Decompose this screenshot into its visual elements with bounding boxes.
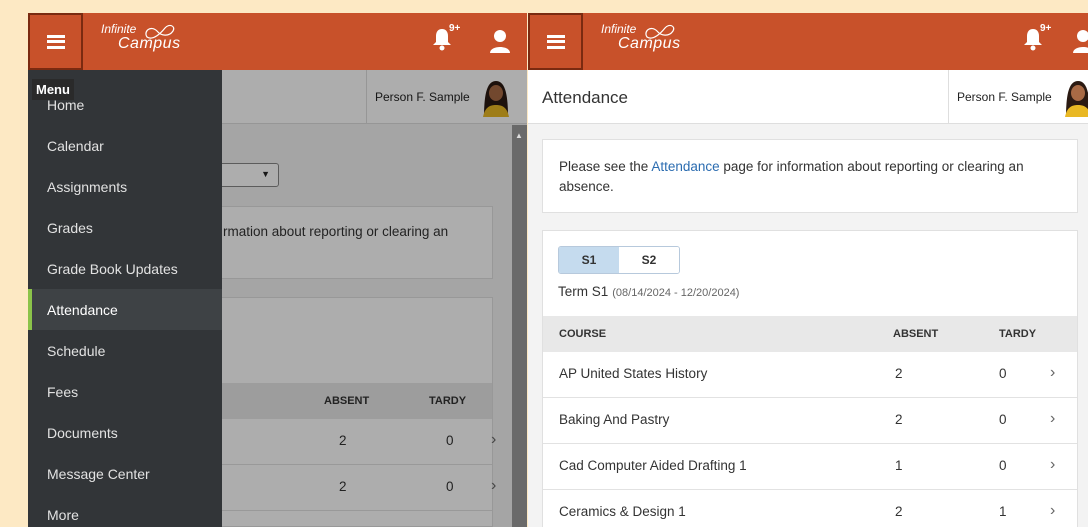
left-screen: Infinite Campus 9+ Person F. Sample ▼ rm… — [28, 13, 527, 527]
menu-button[interactable] — [28, 13, 83, 70]
user-account-icon[interactable] — [1072, 29, 1088, 53]
tardy-header: TARDY — [999, 328, 1037, 340]
menu-item-calendar[interactable]: Calendar — [28, 125, 222, 166]
course-cell: AP United States History — [559, 366, 708, 381]
table-row[interactable]: AP United States History 2 0 › — [543, 352, 1077, 398]
course-cell: Cad Computer Aided Drafting 1 — [559, 458, 747, 473]
course-header: COURSE — [559, 328, 607, 340]
hamburger-icon — [546, 34, 565, 49]
hamburger-icon — [46, 34, 65, 49]
right-screen: Infinite Campus 9+ Attendance Person F. … — [528, 13, 1088, 527]
absent-cell: 2 — [895, 366, 903, 381]
term-label: Term S1 (08/14/2024 - 12/20/2024) — [558, 284, 740, 299]
page-title: Attendance — [542, 88, 629, 107]
absent-cell: 1 — [895, 458, 903, 473]
attendance-link[interactable]: Attendance — [651, 159, 719, 174]
tardy-cell: 0 — [999, 412, 1007, 427]
scrollbar[interactable]: ▲ — [512, 125, 527, 527]
sub-header: Attendance Person F. Sample — [528, 70, 1088, 124]
course-cell: Ceramics & Design 1 — [559, 504, 686, 519]
term-dates: (08/14/2024 - 12/20/2024) — [612, 287, 740, 299]
side-menu: Home Calendar Assignments Grades Grade B… — [28, 70, 222, 527]
absent-header: ABSENT — [893, 328, 939, 340]
tardy-cell: 0 — [999, 366, 1007, 381]
menu-button[interactable] — [528, 13, 583, 70]
menu-item-message-center[interactable]: Message Center — [28, 453, 222, 494]
tardy-cell: 0 — [999, 458, 1007, 473]
tab-s1[interactable]: S1 — [559, 247, 619, 273]
menu-item-schedule[interactable]: Schedule — [28, 330, 222, 371]
chevron-right-icon: › — [1050, 364, 1056, 381]
table-row[interactable]: Ceramics & Design 1 2 1 › — [543, 490, 1077, 527]
user-account-icon[interactable] — [489, 29, 511, 53]
absent-cell: 2 — [895, 504, 903, 519]
notice-text: Please see the Attendance page for infor… — [559, 159, 1024, 194]
table-header: COURSE ABSENT TARDY — [543, 316, 1077, 352]
menu-item-assignments[interactable]: Assignments — [28, 166, 222, 207]
menu-item-more[interactable]: More — [28, 494, 222, 527]
infinite-campus-logo[interactable]: Infinite Campus — [601, 22, 711, 62]
absent-cell: 2 — [895, 412, 903, 427]
table-row[interactable]: Cad Computer Aided Drafting 1 1 0 › — [543, 444, 1077, 490]
infinite-campus-logo[interactable]: Infinite Campus — [101, 22, 211, 62]
attendance-card: S1 S2 Term S1 (08/14/2024 - 12/20/2024) C… — [542, 230, 1078, 527]
menu-tooltip: Menu — [32, 79, 74, 100]
scroll-up-icon[interactable]: ▲ — [515, 131, 523, 140]
chevron-right-icon: › — [1050, 456, 1056, 473]
notification-badge: 9+ — [1040, 23, 1052, 34]
top-bar: Infinite Campus 9+ — [528, 13, 1088, 70]
notice-card: Please see the Attendance page for infor… — [542, 139, 1078, 213]
menu-item-documents[interactable]: Documents — [28, 412, 222, 453]
avatar — [1060, 77, 1088, 117]
chevron-right-icon: › — [1050, 502, 1056, 519]
table-row[interactable]: Baking And Pastry 2 0 › — [543, 398, 1077, 444]
top-bar: Infinite Campus 9+ — [28, 13, 527, 70]
notifications-bell-icon[interactable]: 9+ — [432, 23, 460, 55]
menu-item-fees[interactable]: Fees — [28, 371, 222, 412]
term-tabs: S1 S2 — [558, 246, 680, 274]
notifications-bell-icon[interactable]: 9+ — [1023, 23, 1051, 55]
menu-item-grade-book-updates[interactable]: Grade Book Updates — [28, 248, 222, 289]
user-profile[interactable]: Person F. Sample — [948, 70, 1088, 124]
menu-item-attendance[interactable]: Attendance — [28, 289, 222, 330]
course-cell: Baking And Pastry — [559, 412, 670, 427]
notification-badge: 9+ — [449, 23, 461, 34]
chevron-right-icon: › — [1050, 410, 1056, 427]
tab-s2[interactable]: S2 — [619, 247, 679, 273]
tardy-cell: 1 — [999, 504, 1007, 519]
menu-item-grades[interactable]: Grades — [28, 207, 222, 248]
